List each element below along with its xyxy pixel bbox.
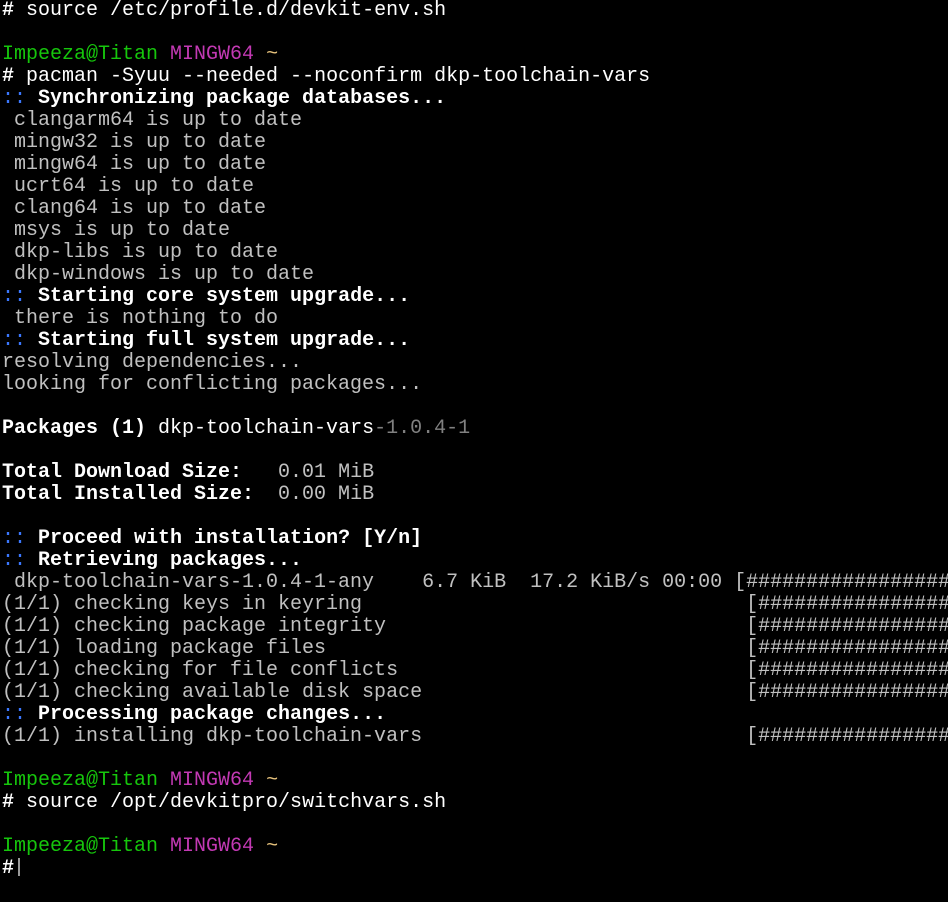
section-header: :: Proceed with installation? [Y/n] xyxy=(2,528,948,550)
text-cursor[interactable] xyxy=(18,858,21,876)
section-marker: :: xyxy=(2,330,27,352)
terminal-line: (1/1) checking keys in keyring [########… xyxy=(2,594,948,616)
prompt-env: MINGW64 xyxy=(170,44,255,66)
size-label: Total Download Size: xyxy=(2,462,243,484)
input-line: # xyxy=(2,858,948,880)
output-text: dkp-libs is up to date xyxy=(2,242,279,264)
prompt-symbol: # xyxy=(2,858,15,880)
section-header: :: Processing package changes... xyxy=(2,704,948,726)
prompt-env: MINGW64 xyxy=(170,836,255,858)
terminal-line: (1/1) checking available disk space [###… xyxy=(2,682,948,704)
command-text: source /opt/devkitpro/switchvars.sh xyxy=(14,792,447,814)
section-text: Processing package changes... xyxy=(26,704,387,726)
prompt-symbol: # xyxy=(2,0,15,22)
terminal-line: there is nothing to do xyxy=(2,308,948,330)
section-text: Synchronizing package databases... xyxy=(26,88,447,110)
size-line: Total Download Size: 0.01 MiB xyxy=(2,462,948,484)
package-version: -1.0.4-1 xyxy=(374,418,471,440)
output-text: dkp-toolchain-vars-1.0.4-1-any 6.7 KiB 1… xyxy=(2,572,948,594)
output-text: clang64 is up to date xyxy=(2,198,267,220)
prompt-symbol: # xyxy=(2,66,15,88)
section-text: Retrieving packages... xyxy=(26,550,303,572)
command-line: # pacman -Syuu --needed --noconfirm dkp-… xyxy=(2,66,948,88)
section-marker: :: xyxy=(2,286,27,308)
size-label: Total Installed Size: xyxy=(2,484,255,506)
section-marker: :: xyxy=(2,704,27,726)
section-header: :: Synchronizing package databases... xyxy=(2,88,948,110)
command-line: # source /opt/devkitpro/switchvars.sh xyxy=(2,792,948,814)
terminal-line: resolving dependencies... xyxy=(2,352,948,374)
prompt-user-host: Impeeza@Titan xyxy=(2,770,159,792)
prompt-user-host: Impeeza@Titan xyxy=(2,836,159,858)
terminal-line: mingw64 is up to date xyxy=(2,154,948,176)
section-text: Proceed with installation? [Y/n] xyxy=(26,528,423,550)
output-text: resolving dependencies... xyxy=(2,352,303,374)
section-header: :: Retrieving packages... xyxy=(2,550,948,572)
output-text: (1/1) checking package integrity [######… xyxy=(2,616,948,638)
terminal-line: (1/1) installing dkp-toolchain-vars [###… xyxy=(2,726,948,748)
output-text: msys is up to date xyxy=(2,220,231,242)
section-text: Starting core system upgrade... xyxy=(26,286,411,308)
packages-label: Packages (1) xyxy=(2,418,147,440)
terminal-window[interactable]: # source /etc/profile.d/devkit-env.sh Im… xyxy=(2,0,948,902)
output-text: mingw64 is up to date xyxy=(2,154,267,176)
output-text: (1/1) loading package files [###########… xyxy=(2,638,948,660)
prompt-cwd: ~ xyxy=(266,44,279,66)
terminal-line: mingw32 is up to date xyxy=(2,132,948,154)
prompt-line: Impeeza@Titan MINGW64 ~ xyxy=(2,770,948,792)
command-text: pacman -Syuu --needed --noconfirm dkp-to… xyxy=(14,66,651,88)
output-text: clangarm64 is up to date xyxy=(2,110,303,132)
prompt-user-host: Impeeza@Titan xyxy=(2,44,159,66)
size-value: 0.00 MiB xyxy=(254,484,375,506)
terminal-line: dkp-toolchain-vars-1.0.4-1-any 6.7 KiB 1… xyxy=(2,572,948,594)
output-text: (1/1) installing dkp-toolchain-vars [###… xyxy=(2,726,948,748)
output-text: looking for conflicting packages... xyxy=(2,374,423,396)
output-text: dkp-windows is up to date xyxy=(2,264,315,286)
section-header: :: Starting core system upgrade... xyxy=(2,286,948,308)
section-header: :: Starting full system upgrade... xyxy=(2,330,948,352)
terminal-line: (1/1) checking package integrity [######… xyxy=(2,616,948,638)
output-text: mingw32 is up to date xyxy=(2,132,267,154)
command-text: source /etc/profile.d/devkit-env.sh xyxy=(14,0,447,22)
packages-line: Packages (1) dkp-toolchain-vars-1.0.4-1 xyxy=(2,418,948,440)
terminal-line: dkp-windows is up to date xyxy=(2,264,948,286)
output-text: (1/1) checking for file conflicts [#####… xyxy=(2,660,948,682)
prompt-symbol: # xyxy=(2,792,15,814)
command-line: # source /etc/profile.d/devkit-env.sh xyxy=(2,0,948,22)
terminal-line: ucrt64 is up to date xyxy=(2,176,948,198)
output-text: ucrt64 is up to date xyxy=(2,176,255,198)
section-marker: :: xyxy=(2,550,27,572)
section-marker: :: xyxy=(2,88,27,110)
size-value: 0.01 MiB xyxy=(242,462,375,484)
terminal-line: msys is up to date xyxy=(2,220,948,242)
terminal-line: clangarm64 is up to date xyxy=(2,110,948,132)
terminal-line: looking for conflicting packages... xyxy=(2,374,948,396)
prompt-cwd: ~ xyxy=(266,770,279,792)
prompt-line: Impeeza@Titan MINGW64 ~ xyxy=(2,836,948,858)
package-name: dkp-toolchain-vars xyxy=(146,418,375,440)
output-text: there is nothing to do xyxy=(2,308,279,330)
size-line: Total Installed Size: 0.00 MiB xyxy=(2,484,948,506)
prompt-line: Impeeza@Titan MINGW64 ~ xyxy=(2,44,948,66)
terminal-line: clang64 is up to date xyxy=(2,198,948,220)
terminal-line: (1/1) checking for file conflicts [#####… xyxy=(2,660,948,682)
section-text: Starting full system upgrade... xyxy=(26,330,411,352)
terminal-line: dkp-libs is up to date xyxy=(2,242,948,264)
prompt-cwd: ~ xyxy=(266,836,279,858)
prompt-env: MINGW64 xyxy=(170,770,255,792)
output-text: (1/1) checking keys in keyring [########… xyxy=(2,594,948,616)
section-marker: :: xyxy=(2,528,27,550)
output-text: (1/1) checking available disk space [###… xyxy=(2,682,948,704)
terminal-line: (1/1) loading package files [###########… xyxy=(2,638,948,660)
